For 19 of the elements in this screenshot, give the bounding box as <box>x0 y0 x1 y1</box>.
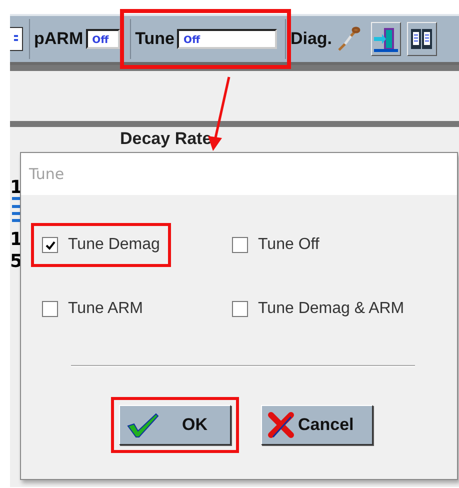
column-heading: Decay Rate <box>120 130 212 148</box>
checkbox-option[interactable]: Tune Demag & ARM <box>232 300 404 318</box>
cancel-button[interactable]: Cancel <box>261 405 373 445</box>
field-label: Tune <box>135 29 174 49</box>
cross-icon <box>268 412 294 438</box>
check-icon <box>44 240 56 250</box>
binders-icon[interactable] <box>407 22 438 56</box>
field-label: pARM <box>34 29 84 49</box>
field-edge[interactable] <box>10 27 23 51</box>
checkbox-option[interactable]: Tune Off <box>232 236 320 254</box>
ok-button[interactable]: OK <box>119 405 231 445</box>
checkbox-option[interactable]: Tune ARM <box>42 300 143 318</box>
exit-door-icon[interactable] <box>371 22 402 56</box>
row-marker-icon <box>12 197 20 223</box>
status-field[interactable]: Off <box>177 29 278 49</box>
check-icon <box>126 412 160 438</box>
dialog-title: Tune <box>29 165 64 183</box>
diag-label[interactable]: Diag. <box>290 29 332 49</box>
status-field[interactable]: Off <box>86 29 120 49</box>
